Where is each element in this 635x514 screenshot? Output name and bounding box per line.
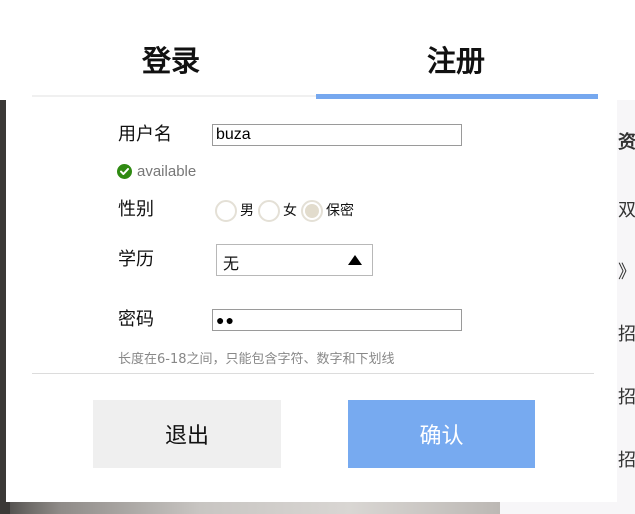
password-label: 密码 — [118, 309, 154, 330]
gender-radio-group: 男 女 保密 — [215, 199, 358, 223]
gender-option-label: 女 — [283, 203, 297, 219]
background-item: 资 — [618, 132, 635, 152]
password-hint: 长度在6-18之间，只能包含字符、数字和下划线 — [118, 352, 395, 367]
background-item: 招 — [618, 450, 635, 470]
check-circle-icon — [117, 163, 132, 179]
username-label: 用户名 — [118, 124, 172, 145]
background-item: 招 — [618, 387, 635, 407]
register-modal: 登录 注册 用户名 available 性别 男 女 保密 学历 无 密码 ●●… — [6, 5, 617, 502]
background-item: 》 — [618, 262, 635, 282]
footer-divider — [32, 373, 594, 374]
gender-radio-secret[interactable] — [301, 200, 323, 222]
gender-radio-male[interactable] — [215, 200, 237, 222]
exit-button[interactable]: 退出 — [93, 400, 281, 468]
gender-label: 性别 — [118, 199, 154, 220]
gender-radio-female[interactable] — [258, 200, 280, 222]
background-item: 招 — [618, 324, 635, 344]
confirm-button[interactable]: 确认 — [348, 400, 535, 468]
username-status-text: available — [137, 162, 197, 180]
password-input[interactable]: ●● — [212, 309, 462, 331]
gender-option-label: 男 — [240, 203, 254, 219]
education-select-value: 无 — [223, 254, 240, 273]
background-item: 双 — [618, 200, 635, 220]
gender-option-label: 保密 — [326, 203, 354, 219]
triangle-up-icon — [348, 255, 362, 265]
education-select[interactable]: 无 — [216, 244, 373, 276]
radio-selected-dot — [305, 204, 319, 218]
education-label: 学历 — [118, 249, 154, 270]
active-tab-indicator — [316, 94, 598, 99]
tab-register[interactable]: 注册 — [396, 41, 516, 81]
username-status: available — [117, 162, 196, 180]
tab-login[interactable]: 登录 — [106, 41, 236, 81]
username-input[interactable] — [212, 124, 462, 146]
